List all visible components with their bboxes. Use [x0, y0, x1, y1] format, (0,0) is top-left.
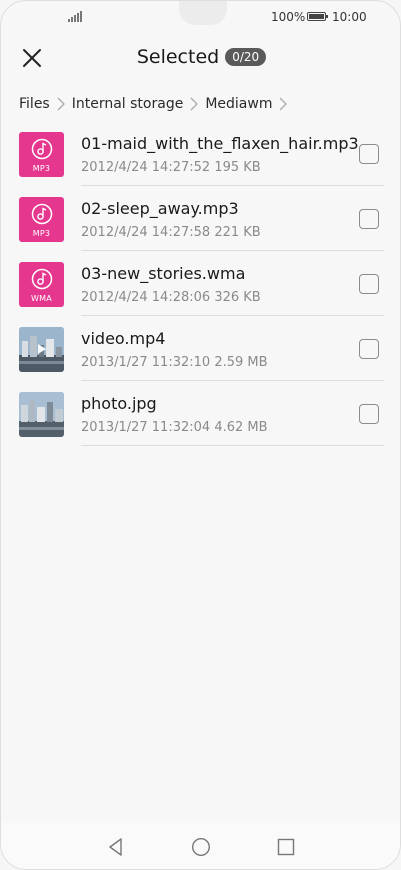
recents-button[interactable] — [276, 837, 296, 857]
file-size: 4.62 MB — [214, 420, 268, 435]
back-icon — [109, 838, 122, 856]
breadcrumb-mediawm[interactable]: Mediawm — [205, 96, 272, 112]
file-size: 221 KB — [214, 225, 261, 240]
file-name: photo.jpg — [81, 394, 157, 413]
select-checkbox[interactable] — [359, 404, 379, 424]
chevron-right-icon — [272, 96, 294, 112]
photo-thumbnail — [19, 392, 64, 437]
status-bar: 100% 10:00 — [1, 1, 400, 35]
file-size: 326 KB — [214, 290, 261, 305]
breadcrumb-files[interactable]: Files — [19, 96, 50, 112]
music-file-thumbnail: WMA — [19, 262, 64, 307]
select-checkbox[interactable] — [359, 144, 379, 164]
chevron-right-icon — [183, 96, 205, 112]
file-date: 2013/1/27 11:32:10 — [81, 355, 211, 370]
phone-screen: 100% 10:00 Selected 0/20 Files Internal … — [0, 0, 401, 870]
back-button[interactable] — [106, 837, 126, 857]
file-meta: 2012/4/24 14:28:06 326 KB — [81, 290, 261, 305]
file-type-label: WMA — [31, 294, 52, 303]
file-list: MP3 01-maid_with_the_flaxen_hair.mp3 201… — [1, 121, 400, 446]
file-row[interactable]: video.mp4 2013/1/27 11:32:10 2.59 MB — [1, 316, 400, 381]
home-icon — [191, 837, 211, 857]
row-divider — [81, 445, 384, 446]
file-date: 2012/4/24 14:27:58 — [81, 225, 211, 240]
selection-header: Selected 0/20 — [1, 37, 400, 83]
page-title: Selected — [136, 46, 220, 68]
selected-count-badge: 0/20 — [225, 48, 267, 66]
file-meta: 2013/1/27 11:32:04 4.62 MB — [81, 420, 268, 435]
file-size: 2.59 MB — [214, 355, 268, 370]
select-checkbox[interactable] — [359, 339, 379, 359]
recents-icon — [277, 838, 295, 856]
status-time: 10:00 — [332, 10, 367, 24]
signal-icon — [68, 11, 82, 22]
home-button[interactable] — [191, 837, 211, 857]
file-meta: 2013/1/27 11:32:10 2.59 MB — [81, 355, 268, 370]
music-note-icon — [31, 203, 53, 225]
battery-icon — [307, 12, 328, 21]
city-video-image — [19, 327, 64, 372]
file-name: 02-sleep_away.mp3 — [81, 199, 239, 218]
file-row[interactable]: MP3 02-sleep_away.mp3 2012/4/24 14:27:58… — [1, 186, 400, 251]
music-file-thumbnail: MP3 — [19, 132, 64, 177]
file-name: video.mp4 — [81, 329, 166, 348]
file-row[interactable]: MP3 01-maid_with_the_flaxen_hair.mp3 201… — [1, 121, 400, 186]
file-meta: 2012/4/24 14:27:52 195 KB — [81, 160, 261, 175]
music-note-icon — [31, 138, 53, 160]
file-type-label: MP3 — [32, 229, 51, 238]
select-checkbox[interactable] — [359, 209, 379, 229]
file-size: 195 KB — [214, 160, 261, 175]
file-meta: 2012/4/24 14:27:58 221 KB — [81, 225, 261, 240]
file-date: 2013/1/27 11:32:04 — [81, 420, 211, 435]
battery-percent: 100% — [271, 10, 306, 24]
file-date: 2012/4/24 14:28:06 — [81, 290, 211, 305]
file-date: 2012/4/24 14:27:52 — [81, 160, 211, 175]
file-row[interactable]: photo.jpg 2013/1/27 11:32:04 4.62 MB — [1, 381, 400, 446]
chevron-right-icon — [50, 96, 72, 112]
music-file-thumbnail: MP3 — [19, 197, 64, 242]
file-row[interactable]: WMA 03-new_stories.wma 2012/4/24 14:28:0… — [1, 251, 400, 316]
breadcrumb-internal-storage[interactable]: Internal storage — [72, 96, 184, 112]
file-type-label: MP3 — [32, 164, 51, 173]
file-name: 01-maid_with_the_flaxen_hair.mp3 — [81, 134, 359, 153]
navigation-bar — [1, 823, 400, 869]
select-checkbox[interactable] — [359, 274, 379, 294]
title-group: Selected 0/20 — [1, 46, 400, 68]
video-thumbnail — [19, 327, 64, 372]
breadcrumb: Files Internal storage Mediawm — [19, 94, 294, 114]
file-name: 03-new_stories.wma — [81, 264, 246, 283]
music-note-icon — [31, 268, 53, 290]
city-photo-image — [19, 392, 64, 437]
